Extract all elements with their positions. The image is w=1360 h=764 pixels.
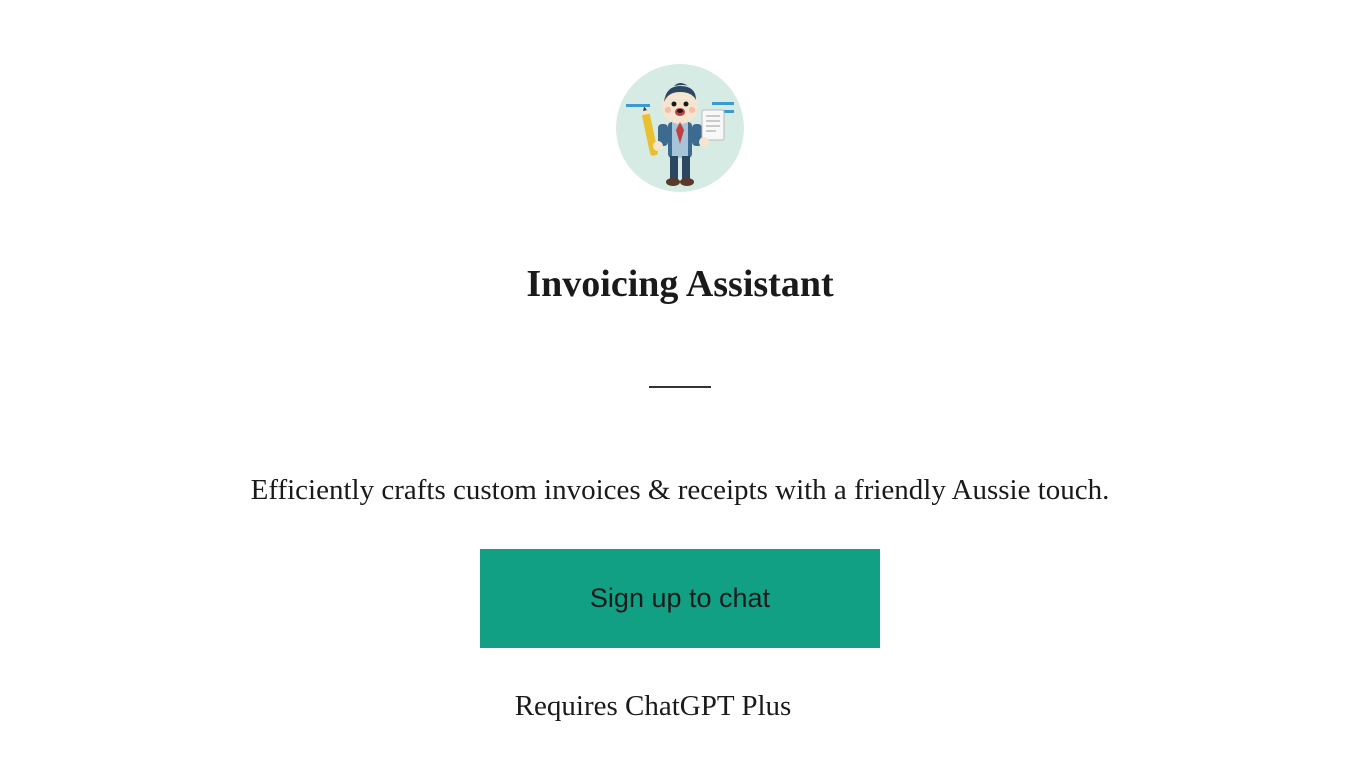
divider xyxy=(649,386,711,388)
signup-button[interactable]: Sign up to chat xyxy=(480,549,880,648)
description-text: Efficiently crafts custom invoices & rec… xyxy=(251,474,1110,507)
page-title: Invoicing Assistant xyxy=(526,262,833,306)
assistant-avatar xyxy=(616,64,744,192)
avatar-illustration-icon xyxy=(616,64,744,192)
requires-text: Requires ChatGPT Plus xyxy=(515,690,792,723)
